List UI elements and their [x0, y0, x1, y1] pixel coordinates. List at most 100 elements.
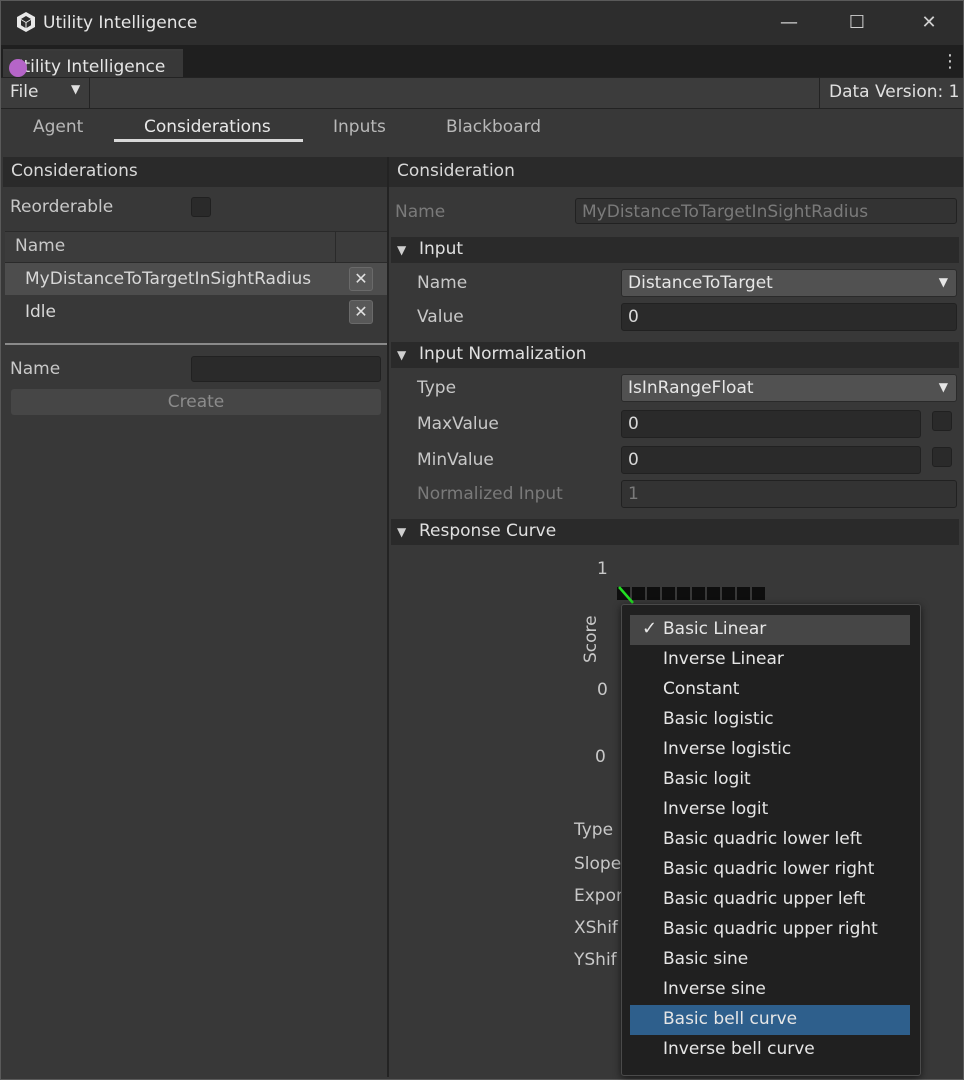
x-axis-min: 0	[595, 747, 606, 767]
reorderable-label: Reorderable	[10, 197, 114, 217]
window-title: Utility Intelligence	[43, 13, 198, 33]
menu-item-basic-sine[interactable]: Basic sine	[630, 945, 910, 975]
list-item[interactable]: Idle ✕	[5, 296, 387, 328]
list-item-label: MyDistanceToTargetInSightRadius	[25, 269, 312, 289]
menu-item-basic-logit[interactable]: Basic logit	[630, 765, 910, 795]
triangle-down-icon: ▼	[397, 243, 407, 257]
menu-item-label: Basic Linear	[663, 619, 767, 639]
graph-cell	[647, 587, 660, 600]
file-menu[interactable]: File ▼	[1, 78, 90, 108]
menu-item-inverse-bell-curve[interactable]: Inverse bell curve	[630, 1035, 910, 1065]
active-tab-indicator	[114, 139, 303, 142]
menu-item-label: Basic logistic	[663, 709, 774, 729]
min-value-label: MinValue	[417, 450, 494, 470]
minimize-button[interactable]: —	[769, 9, 809, 37]
response-curve-section-header[interactable]: ▼ Response Curve	[391, 519, 959, 545]
menu-item-label: Inverse bell curve	[663, 1039, 815, 1059]
menu-item-inverse-linear[interactable]: Inverse Linear	[630, 645, 910, 675]
editor-tab[interactable]: Utility Intelligence	[3, 49, 183, 79]
normalization-type-dropdown[interactable]: IsInRangeFloat ▼	[621, 374, 957, 402]
menu-item-label: Inverse logistic	[663, 739, 792, 759]
menu-item-inverse-logit[interactable]: Inverse logit	[630, 795, 910, 825]
create-button[interactable]: Create	[11, 389, 381, 415]
menu-item-label: Basic quadric lower left	[663, 829, 863, 849]
graph-cell	[722, 587, 735, 600]
menu-item-label: Basic logit	[663, 769, 751, 789]
curve-type-popup: ✓ Basic Linear Inverse Linear Constant B…	[621, 604, 921, 1076]
min-value-field[interactable]: 0	[621, 446, 921, 474]
menu-item-label: Basic quadric lower right	[663, 859, 875, 879]
min-value-checkbox[interactable]	[932, 447, 952, 467]
menu-item-basic-quadric-lower-right[interactable]: Basic quadric lower right	[630, 855, 910, 885]
list-item-label: Idle	[25, 302, 56, 322]
input-value-field[interactable]: 0	[621, 303, 957, 331]
field-value: 0	[628, 307, 639, 327]
menu-item-label: Basic bell curve	[663, 1009, 798, 1029]
normalized-input-field: 1	[621, 480, 957, 508]
chevron-down-icon: ▼	[938, 275, 948, 289]
normalized-input-label: Normalized Input	[417, 484, 563, 504]
tab-considerations[interactable]: Considerations	[144, 117, 271, 137]
graph-cell	[737, 587, 750, 600]
list-item[interactable]: MyDistanceToTargetInSightRadius ✕	[5, 263, 387, 295]
title-bar: Utility Intelligence — ☐ ✕	[1, 1, 963, 45]
menu-item-label: Inverse sine	[663, 979, 766, 999]
consideration-name-label: Name	[395, 202, 446, 222]
reorderable-checkbox[interactable]	[191, 197, 211, 217]
graph-cell	[662, 587, 675, 600]
section-title: Input	[419, 239, 464, 259]
file-menu-label: File	[10, 82, 39, 102]
considerations-panel: Considerations Reorderable Name MyDistan…	[3, 157, 389, 1077]
tab-inputs[interactable]: Inputs	[333, 117, 386, 137]
graph-cell	[752, 587, 765, 600]
menu-item-label: Basic quadric upper left	[663, 889, 866, 909]
new-name-label: Name	[10, 359, 61, 379]
close-button[interactable]: ✕	[909, 9, 949, 37]
tab-blackboard[interactable]: Blackboard	[446, 117, 541, 137]
score-axis-max: 1	[597, 559, 608, 579]
data-version-box: Data Version: 1	[819, 78, 964, 108]
menu-item-basic-quadric-lower-left[interactable]: Basic quadric lower left	[630, 825, 910, 855]
input-section-header[interactable]: ▼ Input	[391, 237, 959, 263]
input-name-dropdown[interactable]: DistanceToTarget ▼	[621, 269, 957, 297]
unity-logo-icon	[17, 12, 35, 32]
field-value: 0	[628, 450, 639, 470]
input-value-label: Value	[417, 307, 464, 327]
dropdown-value: DistanceToTarget	[628, 273, 773, 293]
section-title: Response Curve	[419, 521, 557, 541]
kebab-menu-icon[interactable]: ⋮	[941, 51, 959, 72]
score-axis-min: 0	[597, 680, 608, 700]
consideration-name-value: MyDistanceToTargetInSightRadius	[582, 202, 869, 222]
new-name-input[interactable]	[191, 356, 381, 382]
menu-item-basic-logistic[interactable]: Basic logistic	[630, 705, 910, 735]
delete-icon[interactable]: ✕	[349, 300, 373, 324]
delete-icon[interactable]: ✕	[349, 267, 373, 291]
menu-item-label: Basic sine	[663, 949, 749, 969]
panel-title: Considerations	[11, 161, 138, 181]
menu-item-constant[interactable]: Constant	[630, 675, 910, 705]
menu-item-basic-quadric-upper-left[interactable]: Basic quadric upper left	[630, 885, 910, 915]
menu-item-basic-linear[interactable]: ✓ Basic Linear	[630, 615, 910, 645]
tab-agent[interactable]: Agent	[33, 117, 83, 137]
data-version-label: Data Version: 1	[829, 82, 960, 102]
field-value: 1	[628, 484, 639, 504]
max-value-checkbox[interactable]	[932, 411, 952, 431]
menu-item-label: Inverse Linear	[663, 649, 784, 669]
menu-item-basic-quadric-upper-right[interactable]: Basic quadric upper right	[630, 915, 910, 945]
editor-tab-label: Utility Intelligence	[11, 57, 166, 77]
normalization-section-header[interactable]: ▼ Input Normalization	[391, 342, 959, 368]
list-header-name: Name	[15, 236, 66, 256]
xshift-label: XShif	[574, 918, 618, 938]
menu-item-basic-bell-curve[interactable]: Basic bell curve	[630, 1005, 910, 1035]
triangle-down-icon: ▼	[397, 348, 407, 362]
max-value-field[interactable]: 0	[621, 410, 921, 438]
section-title: Input Normalization	[419, 344, 587, 364]
curve-type-label: Type	[574, 820, 614, 840]
menu-item-inverse-logistic[interactable]: Inverse logistic	[630, 735, 910, 765]
menu-item-label: Inverse logit	[663, 799, 769, 819]
maximize-button[interactable]: ☐	[837, 9, 877, 37]
list-header: Name	[5, 231, 387, 263]
menu-item-inverse-sine[interactable]: Inverse sine	[630, 975, 910, 1005]
chevron-down-icon: ▼	[71, 82, 81, 96]
response-curve-graph	[617, 586, 771, 604]
